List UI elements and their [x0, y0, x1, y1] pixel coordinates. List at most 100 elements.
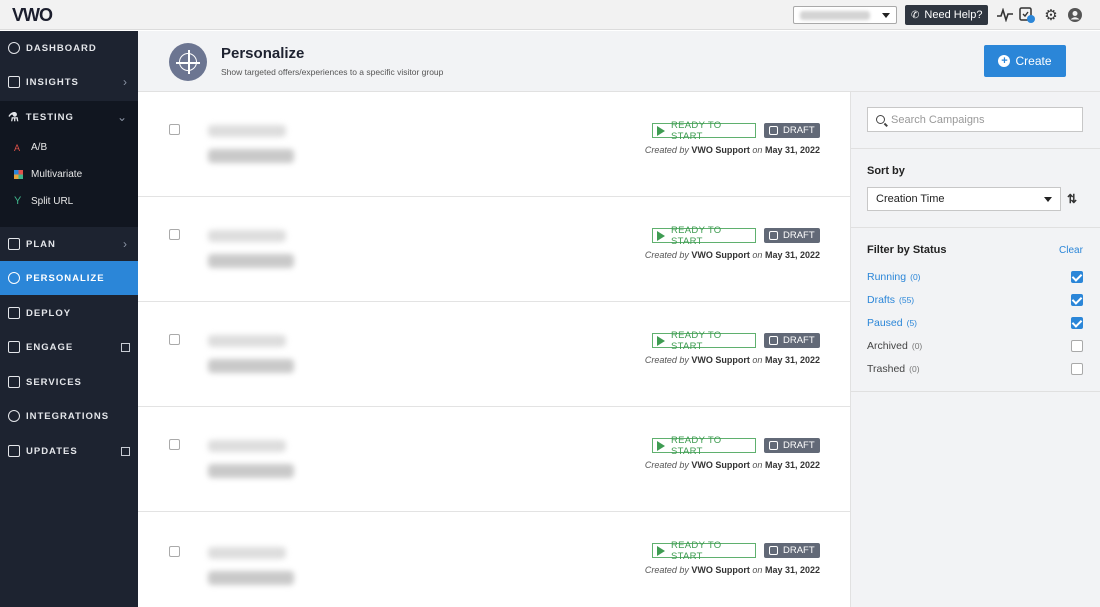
chevron-down-icon: ⌄ [116, 110, 128, 124]
need-help-button[interactable]: ✆ Need Help? [905, 5, 988, 25]
sidebar-item-plan[interactable]: PLAN › [0, 227, 138, 261]
created-info: Created by VWO Support on May 31, 2022 [644, 355, 820, 365]
divider [851, 391, 1100, 392]
page-title: Personalize [221, 45, 305, 62]
play-icon [657, 230, 665, 241]
sidebar-subitem-multivariate[interactable]: Multivariate [14, 169, 82, 180]
create-button[interactable]: + Create [984, 45, 1066, 77]
pulse-icon[interactable] [996, 6, 1014, 24]
divider [851, 227, 1100, 228]
filter-checkbox[interactable] [1071, 271, 1083, 283]
campaign-meta-redacted [208, 254, 294, 268]
sidebar-item-updates[interactable]: UPDATES [0, 434, 138, 468]
campaign-row[interactable]: READY TO START DRAFT Created by VWO Supp… [138, 302, 850, 407]
status-badge-draft: DRAFT [764, 333, 820, 348]
campaign-name-redacted [208, 440, 286, 452]
created-info: Created by VWO Support on May 31, 2022 [644, 250, 820, 260]
created-info: Created by VWO Support on May 31, 2022 [644, 565, 820, 575]
campaign-name-redacted [208, 335, 286, 347]
engage-icon [8, 341, 20, 353]
notification-icon[interactable] [1018, 6, 1036, 24]
briefcase-icon [8, 376, 20, 388]
chevron-right-icon: › [123, 237, 128, 251]
page-header: Personalize Show targeted offers/experie… [138, 31, 1100, 92]
filter-running[interactable]: Running (0) [867, 270, 1083, 284]
search-input[interactable]: Search Campaigns [867, 107, 1083, 132]
filter-paused[interactable]: Paused (5) [867, 316, 1083, 330]
status-badge-draft: DRAFT [764, 438, 820, 453]
filter-checkbox[interactable] [1071, 363, 1083, 375]
page-subtitle: Show targeted offers/experiences to a sp… [221, 67, 444, 77]
campaign-row[interactable]: READY TO START DRAFT Created by VWO Supp… [138, 512, 850, 607]
status-badge-ready: READY TO START [652, 120, 756, 142]
campaign-row[interactable]: READY TO START DRAFT Created by VWO Supp… [138, 92, 850, 197]
calendar-icon [8, 238, 20, 250]
row-checkbox[interactable] [169, 546, 180, 557]
row-checkbox[interactable] [169, 334, 180, 345]
play-icon [657, 125, 665, 136]
multivariate-icon [14, 170, 23, 179]
campaign-list: READY TO START DRAFT Created by VWO Supp… [138, 92, 850, 607]
filter-checkbox[interactable] [1071, 294, 1083, 306]
sidebar-item-deploy[interactable]: DEPLOY [0, 296, 138, 330]
split-url-icon: Y [14, 195, 22, 207]
campaign-meta-redacted [208, 359, 294, 373]
flask-icon: ⚗ [8, 110, 20, 124]
account-name-redacted [800, 11, 870, 20]
status-badge-ready: READY TO START [652, 330, 756, 352]
play-icon [657, 335, 665, 346]
sidebar-item-integrations[interactable]: INTEGRATIONS [0, 399, 138, 433]
row-checkbox[interactable] [169, 229, 180, 240]
divider [851, 148, 1100, 149]
search-icon [876, 115, 885, 124]
draft-icon [769, 336, 778, 345]
campaign-meta-redacted [208, 464, 294, 478]
gear-icon[interactable]: ⚙ [1042, 6, 1060, 24]
external-link-icon [121, 342, 130, 352]
user-icon[interactable] [1066, 6, 1084, 24]
created-info: Created by VWO Support on May 31, 2022 [644, 145, 820, 155]
campaign-row[interactable]: READY TO START DRAFT Created by VWO Supp… [138, 197, 850, 302]
sidebar-subitem-split-url[interactable]: Y Split URL [14, 195, 73, 208]
campaign-row[interactable]: READY TO START DRAFT Created by VWO Supp… [138, 407, 850, 512]
sidebar-item-dashboard[interactable]: DASHBOARD [0, 31, 138, 65]
status-badge-draft: DRAFT [764, 228, 820, 243]
campaign-meta-redacted [208, 149, 294, 163]
sort-direction-icon[interactable]: ⇅ [1067, 192, 1077, 206]
status-badge-draft: DRAFT [764, 543, 820, 558]
plug-icon [8, 410, 20, 422]
external-link-icon [121, 446, 130, 456]
status-badge-ready: READY TO START [652, 435, 756, 457]
chevron-down-icon [882, 13, 890, 18]
sidebar-item-engage[interactable]: ENGAGE [0, 330, 138, 364]
play-icon [657, 440, 665, 451]
row-checkbox[interactable] [169, 124, 180, 135]
draft-icon [769, 441, 778, 450]
filter-archived[interactable]: Archived (0) [867, 339, 1083, 353]
campaign-name-redacted [208, 125, 286, 137]
vwo-logo[interactable]: VWO [12, 5, 53, 26]
sort-select[interactable]: Creation Time [867, 187, 1061, 211]
sidebar-item-testing[interactable]: ⚗ TESTING ⌄ [0, 100, 138, 134]
target-icon [169, 43, 207, 81]
row-checkbox[interactable] [169, 439, 180, 450]
sidebar-item-insights[interactable]: INSIGHTS › [0, 65, 138, 99]
sidebar-item-personalize[interactable]: PERSONALIZE [0, 261, 138, 295]
status-badge-draft: DRAFT [764, 123, 820, 138]
filter-trashed[interactable]: Trashed (0) [867, 362, 1083, 376]
chevron-down-icon [1044, 197, 1052, 202]
ab-icon: A [14, 143, 21, 153]
updates-icon [8, 445, 20, 457]
chevron-right-icon: › [123, 75, 128, 89]
play-icon [657, 545, 665, 556]
filter-panel: Search Campaigns Sort by Creation Time ⇅… [850, 92, 1100, 607]
sidebar-item-services[interactable]: SERVICES [0, 365, 138, 399]
account-selector[interactable] [793, 6, 897, 24]
filter-drafts[interactable]: Drafts (55) [867, 293, 1083, 307]
draft-icon [769, 546, 778, 555]
sidebar-subitem-ab[interactable]: A A/B [14, 142, 47, 153]
filter-checkbox[interactable] [1071, 317, 1083, 329]
clear-filters-link[interactable]: Clear [1059, 245, 1083, 256]
filter-checkbox[interactable] [1071, 340, 1083, 352]
top-bar: VWO ✆ Need Help? ⚙ [0, 0, 1100, 30]
